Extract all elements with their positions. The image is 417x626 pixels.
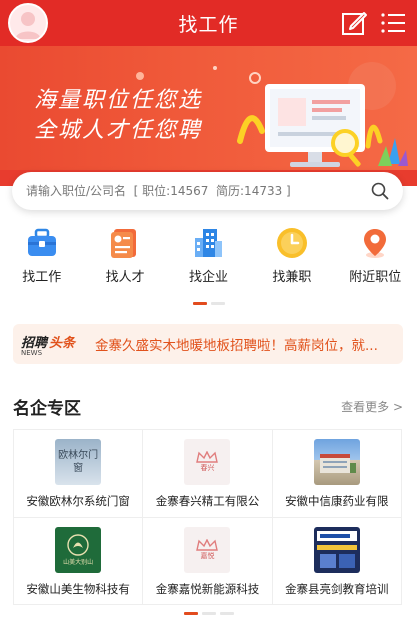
company-logo — [313, 526, 360, 573]
nav-label: 附近职位 — [349, 270, 402, 285]
view-more-link[interactable]: 查看更多 > — [341, 398, 403, 415]
company-name: 安徽欧林尔系统门窗 — [26, 494, 130, 508]
location-pin-icon — [364, 229, 387, 258]
company-logo: 春兴 — [184, 439, 231, 485]
company-name: 金寨嘉悦新能源科技 — [155, 581, 260, 596]
company-card[interactable]: 嘉悦 金寨嘉悦新能源科技 — [143, 517, 273, 605]
company-card[interactable]: 山美大别山 安徽山美生物科技有 — [14, 517, 144, 605]
logo-text: 山美大别山 — [63, 559, 94, 566]
company-logo — [313, 439, 360, 485]
crown-icon — [196, 538, 219, 551]
company-card[interactable]: 安徽中信康药业有限 — [272, 430, 402, 518]
clock-icon — [276, 228, 307, 258]
poster-icon — [316, 530, 357, 568]
page-dot — [210, 302, 225, 305]
nav-find-job[interactable]: 找工作 — [0, 226, 83, 296]
logo-text: 春兴 — [200, 464, 215, 472]
news-logo-sub: 头条 — [49, 335, 76, 351]
company-card[interactable]: 春兴 金寨春兴精工有限公 — [143, 430, 273, 518]
user-avatar-icon[interactable] — [8, 3, 48, 43]
quick-nav: 找工作 找人才 找企业 找兼职 附近职位 — [0, 226, 417, 296]
page-title: 找工作 — [178, 13, 239, 36]
nav-page-indicator — [0, 302, 417, 305]
top-bar: 找工作 — [0, 0, 417, 46]
nav-label: 找兼职 — [272, 270, 312, 285]
leaf-logo-icon — [67, 534, 89, 556]
crown-icon — [196, 451, 219, 463]
resume-icon — [111, 229, 137, 258]
edit-icon[interactable] — [340, 9, 368, 37]
company-card[interactable]: 欧林尔门窗 安徽欧林尔系统门窗 — [14, 430, 144, 518]
nav-part-time[interactable]: 找兼职 — [250, 226, 333, 296]
banner-headline-2: 全城人才任您聘 — [34, 118, 203, 143]
company-name: 金寨县亮剑教育培训 — [285, 581, 389, 596]
company-card[interactable]: 金寨县亮剑教育培训 — [272, 517, 402, 605]
news-ticker[interactable]: 招聘 头条 NEWS 金寨久盛实木地暖地板招聘啦！高薪岗位，就... — [13, 324, 403, 364]
company-page-indicator — [0, 612, 417, 615]
company-name: 金寨春兴精工有限公 — [155, 494, 260, 508]
building-photo-icon — [319, 454, 356, 473]
company-logo: 山美大别山 — [55, 526, 102, 573]
company-logo: 嘉悦 — [184, 526, 231, 573]
news-logo-main: 招聘 — [21, 335, 48, 351]
company-name: 安徽中信康药业有限 — [285, 494, 389, 508]
section-title: 名企专区 — [13, 399, 81, 419]
search-bar[interactable] — [12, 172, 403, 210]
briefcase-icon — [27, 228, 56, 256]
nav-nearby-jobs[interactable]: 附近职位 — [334, 226, 417, 296]
building-icon — [195, 229, 223, 257]
company-logo: 欧林尔门窗 — [55, 439, 102, 485]
page-dot — [201, 612, 216, 615]
news-headline[interactable]: 金寨久盛实木地暖地板招聘啦！高薪岗位，就... — [95, 334, 395, 354]
logo-text: 嘉悦 — [200, 551, 215, 560]
page-dot-active — [192, 302, 207, 305]
nav-label: 找企业 — [188, 270, 228, 285]
menu-icon[interactable] — [379, 9, 407, 37]
headline-news-logo: 招聘 头条 NEWS — [21, 332, 81, 357]
nav-find-talent[interactable]: 找人才 — [83, 226, 166, 296]
search-input[interactable] — [26, 184, 356, 198]
promo-banner[interactable]: 海量职位任您选 全城人才任您聘 — [0, 46, 417, 186]
search-icon[interactable] — [371, 182, 389, 200]
nav-label: 找工作 — [22, 270, 62, 285]
banner-headline-1: 海量职位任您选 — [34, 88, 203, 113]
logo-text: 欧林尔门窗 — [58, 450, 99, 474]
company-grid: 欧林尔门窗 安徽欧林尔系统门窗 春兴 金寨春兴精工有限公 安徽中信康药业有限 山… — [13, 429, 402, 605]
company-name: 安徽山美生物科技有 — [26, 581, 130, 596]
page-dot-active — [183, 612, 198, 615]
nav-find-company[interactable]: 找企业 — [167, 226, 250, 296]
nav-label: 找人才 — [105, 270, 145, 285]
page-dot — [219, 612, 234, 615]
